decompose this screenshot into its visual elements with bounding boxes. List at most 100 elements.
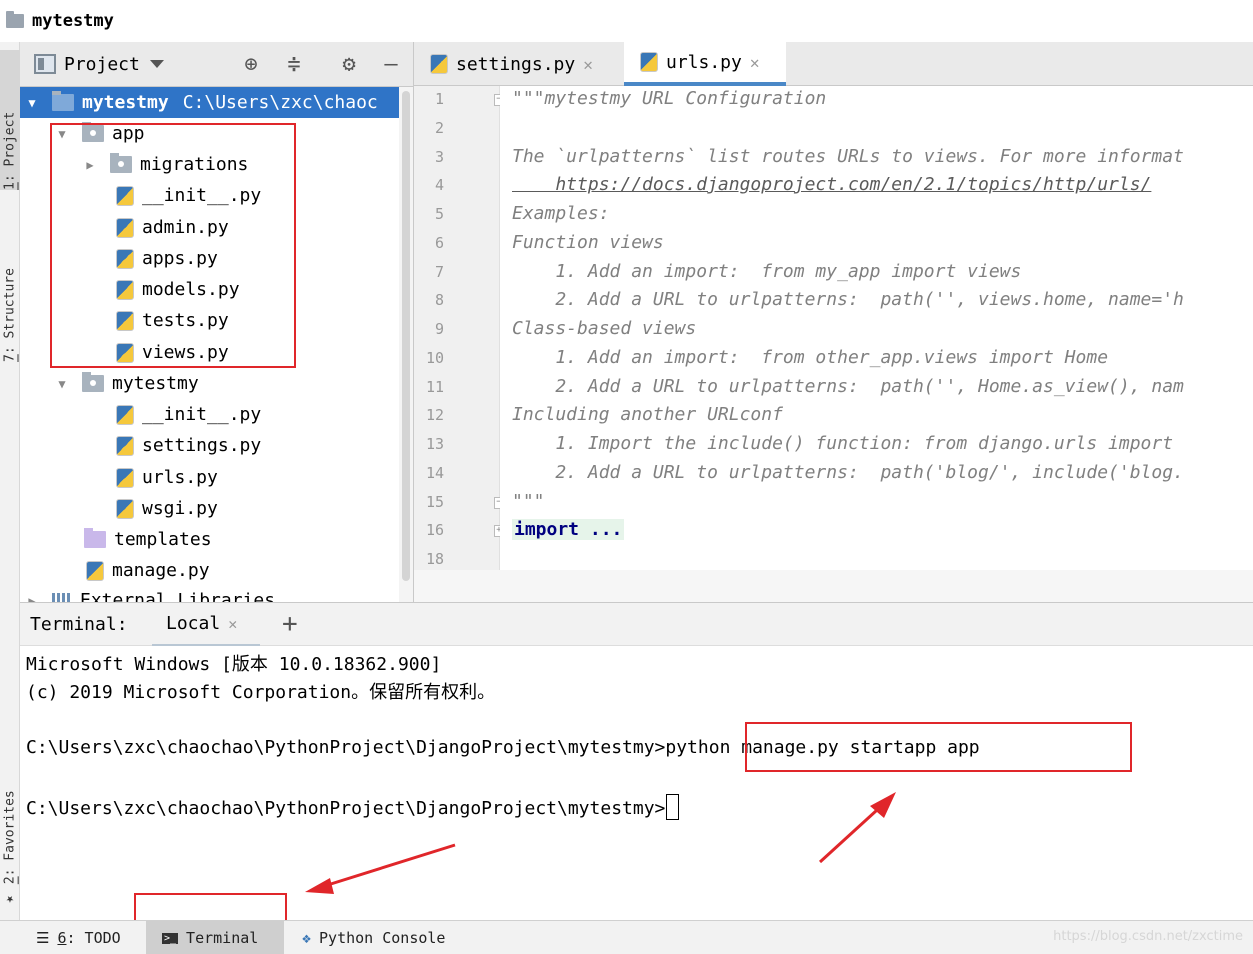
watermark: https://blog.csdn.net/zxctime (1053, 929, 1243, 944)
editor-bottom-area (414, 570, 1253, 602)
line-number: 16 (425, 521, 444, 539)
line-number: 2 (434, 119, 444, 137)
tree-item-root[interactable]: ▼ mytestmy C:\Users\zxc\chaoc (20, 87, 413, 118)
project-panel-header: Project ⊕ ≑ ⚙ — (20, 42, 413, 87)
project-view-icon (34, 54, 56, 74)
bottom-tool-stripe: ☰ 6: TODO >_ Terminal ❖ Python Console h… (0, 920, 1253, 954)
tree-item-templates[interactable]: templates (84, 524, 212, 555)
line-number: 13 (425, 435, 444, 453)
terminal-label: Terminal: (30, 613, 128, 635)
tool-tab-structure[interactable]: 7: Structure (0, 212, 20, 362)
expand-arrow-icon[interactable]: ▼ (24, 95, 40, 111)
folder-icon (52, 91, 74, 111)
tree-item-mytestmy-package[interactable]: ▼ mytestmy (54, 368, 199, 399)
title-bar: mytestmy (0, 0, 1253, 42)
line-number: 12 (425, 406, 444, 424)
line-number: 9 (434, 320, 444, 338)
line-number: 7 (434, 263, 444, 281)
code-line: """mytestmy URL Configuration (512, 88, 827, 109)
tool-tab-todo[interactable]: ☰ 6: TODO (36, 921, 121, 954)
close-icon[interactable]: ✕ (228, 615, 237, 633)
line-number: 3 (434, 148, 444, 166)
tree-item-external-libraries[interactable]: ▶ External Libraries (24, 585, 275, 602)
tool-tab-terminal[interactable]: >_ Terminal (146, 921, 284, 954)
terminal-header: Terminal: Local ✕ + (20, 602, 1253, 647)
close-icon[interactable]: ✕ (750, 53, 760, 72)
terminal-output[interactable]: Microsoft Windows [版本 10.0.18362.900] (c… (20, 646, 1253, 920)
annotation-box-app (50, 123, 296, 368)
code-line: Examples: (512, 203, 610, 224)
scrollbar-thumb[interactable] (402, 91, 410, 581)
library-icon (52, 592, 72, 602)
tree-item-file[interactable]: wsgi.py (115, 493, 218, 524)
code-line: """ (512, 491, 545, 512)
code-line-import[interactable]: import ... (512, 519, 625, 540)
code-line: Including another URLconf (512, 404, 783, 425)
terminal-line: Microsoft Windows [版本 10.0.18362.900] (26, 654, 442, 675)
collapse-arrow-icon[interactable]: ▶ (24, 593, 40, 603)
python-file-icon (85, 559, 104, 581)
window-title: mytestmy (32, 11, 114, 31)
tree-item-file[interactable]: manage.py (85, 555, 210, 586)
close-icon[interactable]: ✕ (583, 55, 593, 74)
python-file-icon (115, 434, 134, 456)
expand-arrow-icon[interactable]: ▼ (54, 376, 70, 392)
code-editor[interactable]: """mytestmy URL Configuration The `urlpa… (500, 86, 1253, 570)
python-file-icon (115, 497, 134, 519)
editor-tabs: settings.py ✕ urls.py ✕ (414, 42, 1253, 86)
editor-gutter: 1 2 3 4 5 6 7 8 9 10 11 12 13 14 15 16 1… (414, 86, 504, 570)
line-number: 6 (434, 234, 444, 252)
line-number: 15 (425, 493, 444, 511)
code-line: 1. Import the include() function: from d… (512, 433, 1184, 454)
terminal-prompt[interactable]: C:\Users\zxc\chaochao\PythonProject\Djan… (26, 794, 680, 820)
line-number: 5 (434, 205, 444, 223)
python-file-icon (115, 403, 134, 425)
tool-tab-python-console[interactable]: ❖ Python Console (302, 921, 445, 954)
project-view-label[interactable]: Project (64, 54, 140, 75)
code-line: Class-based views (512, 318, 697, 339)
gear-icon[interactable]: ⚙ (336, 52, 362, 78)
python-file-icon (639, 51, 658, 72)
minimize-icon[interactable]: — (378, 52, 404, 78)
tab-urls-py[interactable]: urls.py ✕ (624, 42, 786, 86)
text-cursor (666, 794, 680, 820)
terminal-tab-local[interactable]: Local ✕ (152, 603, 260, 647)
python-file-icon (115, 466, 134, 488)
terminal-line: (c) 2019 Microsoft Corporation。保留所有权利。 (26, 682, 496, 703)
folder-icon (6, 11, 24, 28)
line-number: 14 (425, 464, 444, 482)
code-line: 1. Add an import: from other_app.views i… (512, 347, 1109, 368)
tab-settings-py[interactable]: settings.py ✕ (414, 42, 624, 86)
annotation-box-command (745, 722, 1132, 772)
tool-tab-favorites[interactable]: ★ 2: Favorites (0, 752, 20, 907)
collapse-icon[interactable]: ≑ (281, 52, 307, 78)
python-file-icon (429, 53, 448, 74)
line-number: 18 (425, 550, 444, 568)
tree-item-file[interactable]: urls.py (115, 462, 218, 493)
target-icon[interactable]: ⊕ (238, 52, 264, 78)
tree-scrollbar[interactable] (399, 87, 413, 602)
tree-item-file[interactable]: __init__.py (115, 399, 261, 430)
package-folder-icon (82, 372, 104, 392)
chevron-down-icon[interactable] (149, 60, 164, 68)
new-terminal-button[interactable]: + (282, 609, 298, 639)
terminal-icon: >_ (162, 932, 179, 944)
tool-tab-project[interactable]: 1: Project (0, 50, 20, 190)
code-line: 2. Add a URL to urlpatterns: path('', vi… (512, 289, 1184, 310)
line-number: 4 (434, 176, 444, 194)
line-number: 1 (434, 90, 444, 108)
code-line: Function views (512, 232, 664, 253)
code-line: The `urlpatterns` list routes URLs to vi… (512, 146, 1184, 167)
tree-item-file[interactable]: settings.py (115, 430, 261, 461)
code-line: 1. Add an import: from my_app import vie… (512, 261, 1022, 282)
templates-folder-icon (84, 528, 106, 548)
line-number: 10 (425, 349, 444, 367)
code-line: 2. Add a URL to urlpatterns: path('', Ho… (512, 376, 1184, 397)
line-number: 8 (434, 291, 444, 309)
line-number: 11 (425, 378, 444, 396)
python-icon: ❖ (302, 929, 312, 947)
left-tool-stripe: 1: Project 7: Structure ★ 2: Favorites (0, 42, 20, 920)
list-icon: ☰ (36, 929, 50, 947)
code-line-link[interactable]: https://docs.djangoproject.com/en/2.1/to… (512, 174, 1151, 195)
code-line: 2. Add a URL to urlpatterns: path('blog/… (512, 462, 1184, 483)
